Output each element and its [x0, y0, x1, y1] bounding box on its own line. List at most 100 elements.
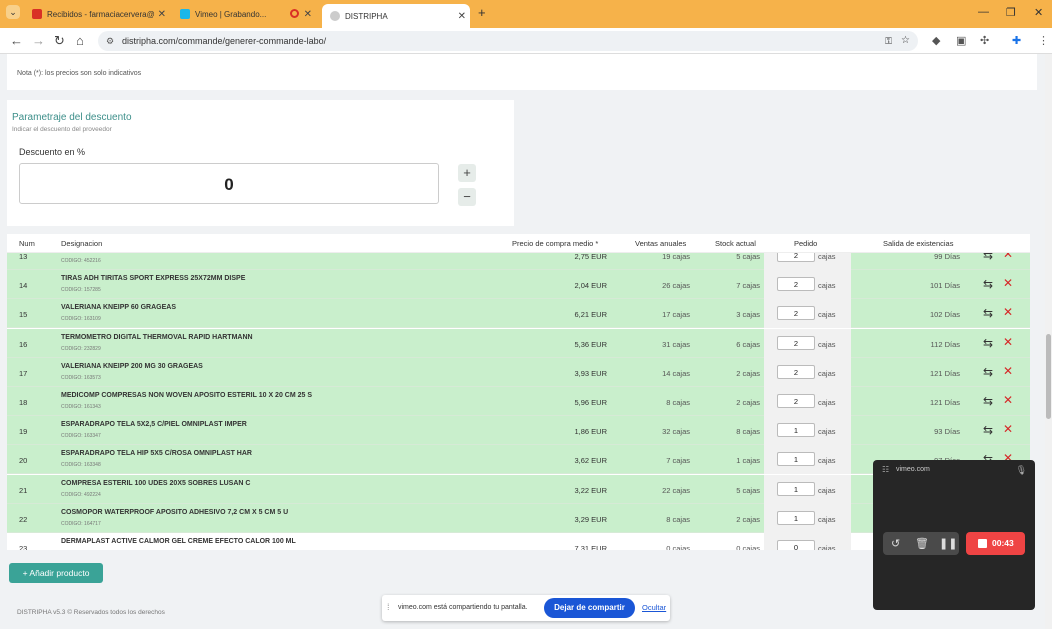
tab-vimeo[interactable]: Vimeo | Grabando... ✕	[174, 4, 316, 24]
stock-days: 121 Días	[929, 398, 960, 407]
order-quantity-input[interactable]: 0	[777, 540, 815, 550]
repeat-icon[interactable]: ⇆	[983, 423, 993, 437]
order-quantity-input[interactable]: 1	[777, 510, 815, 525]
footer-copyright: DISTRIPHA v5.3 © Reservados todos los de…	[17, 609, 165, 616]
order-quantity-input[interactable]: 2	[777, 364, 815, 379]
maximize-icon[interactable]: ❐	[1006, 6, 1016, 19]
hide-share-bar-link[interactable]: Ocultar	[642, 603, 666, 612]
delete-icon[interactable]: ✕	[1003, 305, 1013, 319]
reload-icon[interactable]: ↻	[54, 33, 65, 49]
tab-search-icon[interactable]: ⌄	[6, 5, 20, 19]
annual-sales: 22 cajas	[662, 485, 690, 495]
browser-tab-strip: ⌄ Recibidos - farmaciacervera@ ✕ Vimeo |…	[0, 0, 1052, 28]
screen-share-bar: ⁞ vimeo.com está compartiendo tu pantall…	[382, 595, 670, 621]
purchase-price: 1,86 EUR	[574, 427, 607, 437]
key-icon[interactable]: ⚿	[885, 31, 892, 51]
minimize-icon[interactable]: —	[978, 6, 989, 18]
quantity-unit: cajas	[818, 281, 836, 291]
stock-days: 121 Días	[929, 368, 960, 378]
col-num: Num	[19, 239, 35, 248]
extension-icon[interactable]: ◆	[932, 34, 940, 47]
quantity-unit: cajas	[818, 514, 836, 524]
order-quantity-input[interactable]: 1	[777, 423, 815, 438]
purchase-price: 3,22 EUR	[574, 485, 607, 495]
product-code: CODIGO: 163573	[61, 374, 101, 381]
col-stock: Stock actual	[715, 239, 756, 248]
discount-input[interactable]: 0	[19, 163, 439, 204]
drag-handle-icon[interactable]: ☷	[882, 465, 889, 474]
current-stock: 5 cajas	[736, 252, 760, 261]
repeat-icon[interactable]: ⇆	[983, 277, 993, 291]
url-field[interactable]: ⚙ distripha.com/commande/generer-command…	[98, 31, 918, 51]
repeat-icon[interactable]: ⇆	[983, 365, 993, 379]
quantity-unit: cajas	[818, 339, 836, 349]
pause-icon[interactable]: ❚❚	[939, 537, 957, 550]
drag-handle-icon[interactable]: ⁞	[387, 602, 390, 612]
order-quantity-input[interactable]: 2	[777, 306, 815, 321]
delete-icon[interactable]: ✕	[1003, 393, 1013, 407]
order-quantity-input[interactable]: 2	[777, 277, 815, 292]
tab-distripha[interactable]: DISTRIPHA ✕	[322, 4, 470, 28]
scrollbar-thumb[interactable]	[1046, 334, 1051, 419]
repeat-icon[interactable]: ⇆	[983, 394, 993, 408]
close-tab-icon[interactable]: ✕	[304, 9, 312, 20]
stock-days: 112 Días	[930, 339, 960, 349]
gmail-icon	[32, 9, 42, 19]
recording-indicator-icon	[290, 9, 299, 18]
row-num: 18	[19, 398, 28, 407]
row-num: 17	[19, 368, 28, 378]
extensions-puzzle-icon[interactable]: ✣	[980, 34, 989, 47]
menu-kebab-icon[interactable]: ⋮	[1038, 34, 1049, 47]
annual-sales: 0 cajas	[666, 544, 690, 550]
delete-icon[interactable]: ✕	[1003, 335, 1013, 349]
order-quantity-input[interactable]: 2	[777, 335, 815, 350]
decrement-discount-button[interactable]: −	[458, 188, 476, 206]
product-code: CODIGO: 163109	[61, 316, 101, 323]
bookmark-star-icon[interactable]: ☆	[901, 31, 910, 51]
trash-icon[interactable]: 🗑	[915, 537, 929, 550]
discount-subtitle: Indicar el descuento del proveedor	[12, 126, 112, 133]
delete-icon[interactable]: ✕	[1003, 276, 1013, 290]
order-quantity-input[interactable]: 1	[777, 481, 815, 496]
product-name: TIRAS ADH TIRITAS SPORT EXPRESS 25X72MM …	[61, 275, 246, 283]
col-pedido: Pedido	[794, 239, 818, 248]
restart-icon[interactable]: ↺	[891, 537, 900, 550]
close-tab-icon[interactable]: ✕	[458, 11, 466, 22]
purchase-price: 3,62 EUR	[574, 456, 607, 466]
table-row: 15 VALERIANA KNEIPP 60 GRAGEAS CODIGO: 163…	[7, 299, 1030, 329]
home-icon[interactable]: ⌂	[76, 33, 84, 48]
delete-icon[interactable]: ✕	[1003, 364, 1013, 378]
product-name: VALERIANA KNEIPP 60 GRAGEAS	[61, 304, 177, 312]
repeat-icon[interactable]: ⇆	[983, 336, 993, 350]
forward-icon[interactable]: →	[32, 33, 45, 48]
back-icon[interactable]: ←	[10, 33, 23, 48]
stock-days: 99 Días	[934, 252, 960, 261]
current-stock: 0 cajas	[736, 544, 760, 550]
address-bar-row: ← → ↻ ⌂ ⚙ distripha.com/commande/generer…	[0, 28, 1052, 54]
product-name: COSMOPOR WATERPROOF APOSITO ADHESIVO 7,2…	[61, 508, 289, 516]
order-quantity-input[interactable]: 2	[777, 394, 815, 408]
extension-icon[interactable]: ▣	[956, 34, 966, 47]
increment-discount-button[interactable]: +	[458, 164, 476, 182]
quantity-unit: cajas	[818, 485, 836, 495]
url-text: distripha.com/commande/generer-commande-…	[122, 36, 327, 46]
product-name: ESPARADRAPO TELA 5X2,5 C/PIEL OMNIPLAST …	[61, 421, 247, 429]
page-scrollbar[interactable]	[1045, 54, 1052, 629]
close-window-icon[interactable]: ✕	[1034, 6, 1043, 19]
extension-icon[interactable]: ✚	[1012, 34, 1021, 47]
new-tab-button[interactable]: +	[478, 5, 486, 20]
add-product-button[interactable]: + Añadir producto	[9, 563, 103, 583]
site-info-icon[interactable]: ⚙	[106, 31, 114, 51]
stop-recording-button[interactable]: 00:43	[966, 532, 1025, 555]
row-num: 19	[19, 427, 28, 437]
stop-sharing-button[interactable]: Dejar de compartir	[544, 598, 635, 618]
microphone-icon[interactable]: 🎙	[1016, 465, 1027, 476]
delete-icon[interactable]: ✕	[1003, 422, 1013, 436]
repeat-icon[interactable]: ⇆	[983, 306, 993, 320]
order-quantity-input[interactable]: 1	[777, 452, 815, 467]
tab-gmail[interactable]: Recibidos - farmaciacervera@ ✕	[26, 4, 170, 24]
annual-sales: 26 cajas	[662, 281, 690, 291]
close-tab-icon[interactable]: ✕	[158, 9, 166, 20]
discount-title: Parametraje del descuento	[12, 112, 132, 123]
current-stock: 5 cajas	[736, 485, 760, 495]
